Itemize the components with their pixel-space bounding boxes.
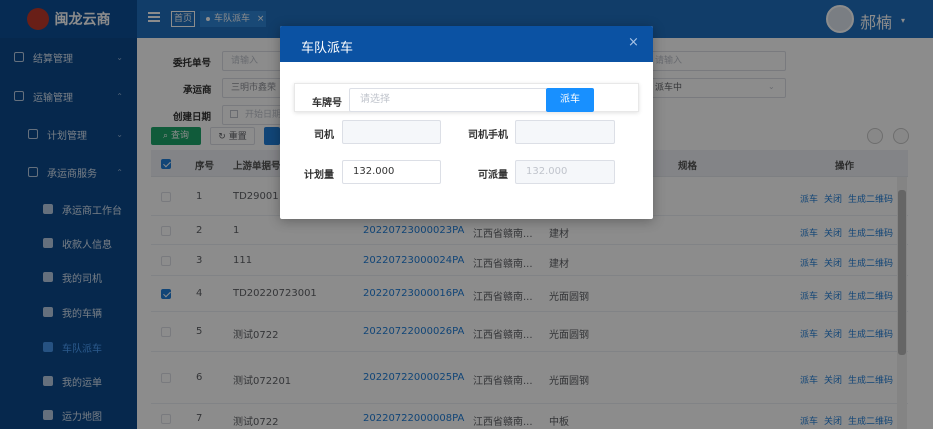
avail-qty-field: 132.000 <box>515 160 615 184</box>
plan-qty-input[interactable]: 132.000 <box>342 160 441 184</box>
close-icon[interactable]: × <box>628 35 639 50</box>
plan-qty-label: 计划量 <box>304 170 334 181</box>
modal-title: 车队派车 <box>301 41 354 56</box>
plate-select[interactable]: 请选择 <box>349 88 547 112</box>
dispatch-modal: 车队派车 × 车牌号 请选择 派车 司机 司机手机 计划量 132.000 可派… <box>280 26 653 219</box>
driver-label: 司机 <box>314 130 334 141</box>
driver-phone-label: 司机手机 <box>468 130 508 141</box>
driver-phone-field <box>515 120 615 144</box>
driver-field <box>342 120 441 144</box>
plate-label: 车牌号 <box>312 98 342 109</box>
dispatch-button[interactable]: 派车 <box>546 88 594 112</box>
avail-qty-label: 可派量 <box>478 170 508 181</box>
